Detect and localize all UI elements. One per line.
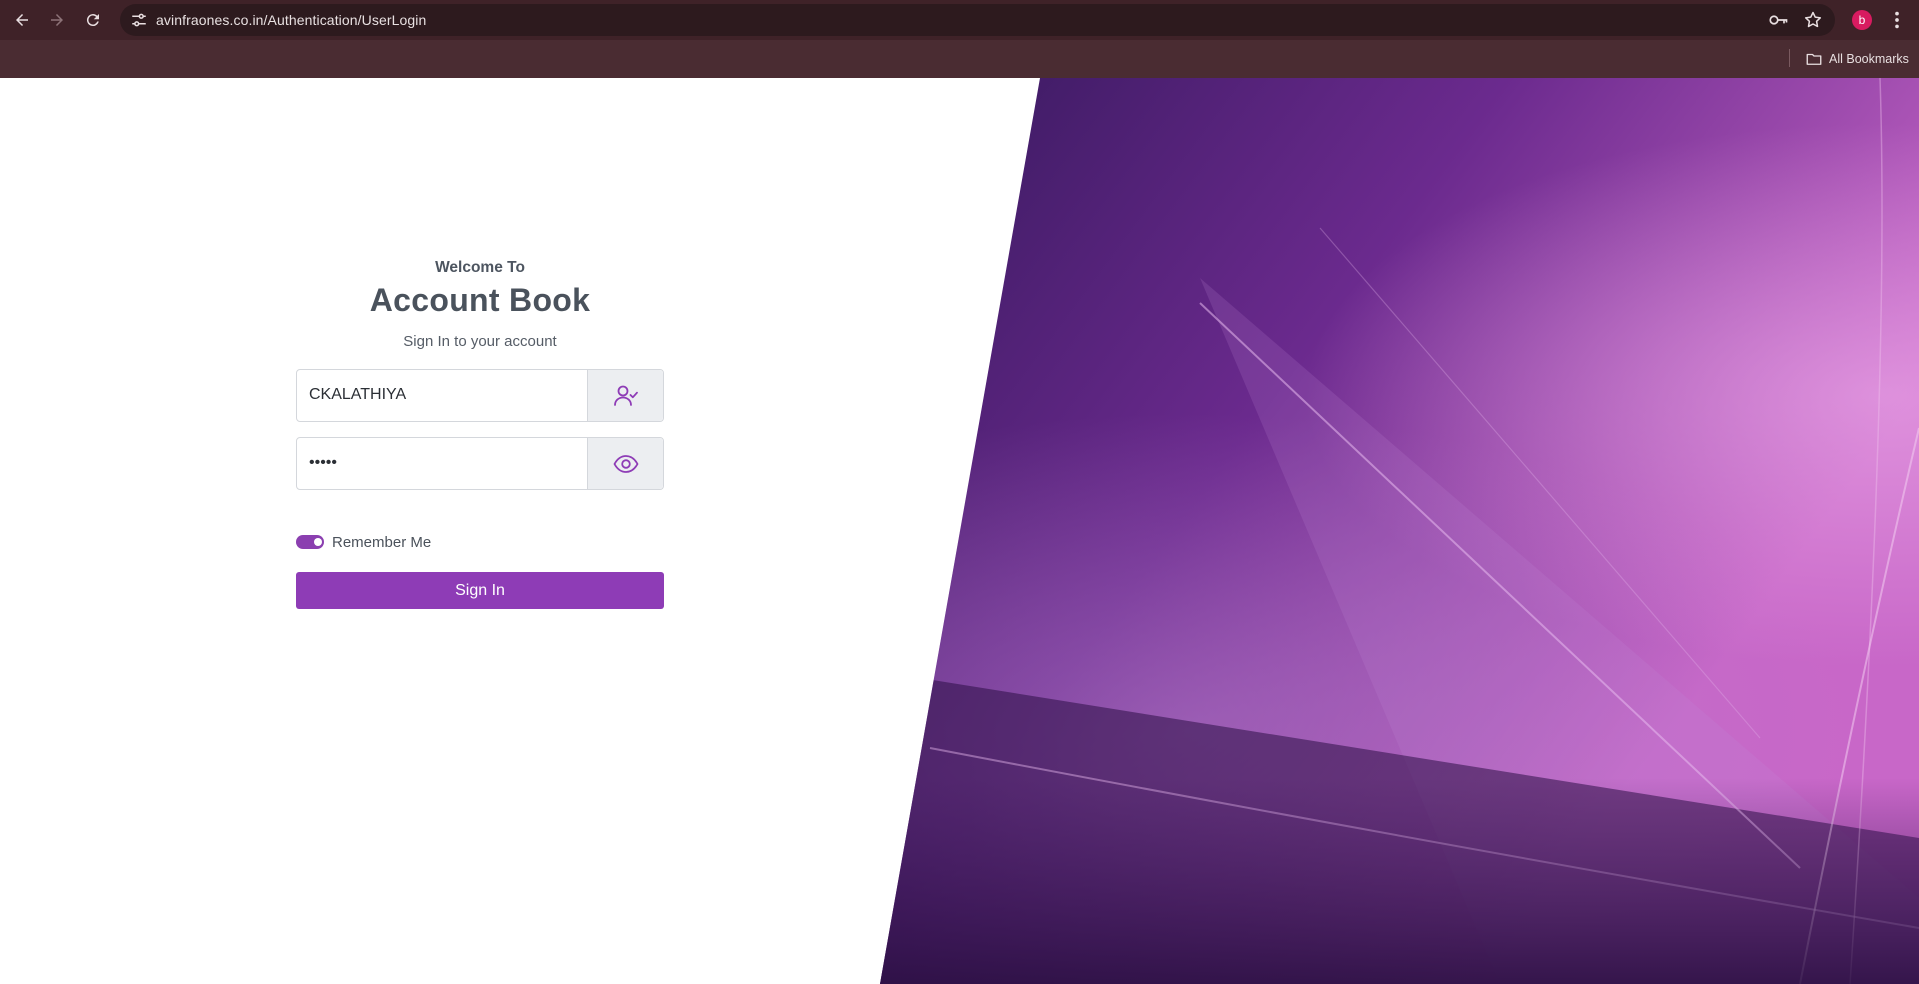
remember-me-label[interactable]: Remember Me: [332, 534, 431, 551]
browser-toolbar: avinfraones.co.in/Authentication/UserLog…: [0, 0, 1919, 40]
username-addon: [587, 370, 663, 421]
toggle-password-button[interactable]: [587, 438, 663, 489]
login-page: Welcome To Account Book Sign In to your …: [0, 78, 1919, 984]
login-subtitle: Sign In to your account: [403, 333, 557, 350]
user-check-icon: [613, 385, 638, 406]
key-icon[interactable]: [1769, 12, 1789, 28]
sign-in-button[interactable]: Sign In: [296, 572, 664, 609]
all-bookmarks-button[interactable]: All Bookmarks: [1805, 49, 1909, 69]
profile-avatar[interactable]: b: [1852, 10, 1872, 30]
bookmarks-bar: All Bookmarks: [0, 40, 1919, 78]
all-bookmarks-label: All Bookmarks: [1829, 52, 1909, 66]
username-field[interactable]: CKALATHIYA: [296, 369, 664, 422]
forward-button[interactable]: [45, 8, 69, 32]
remember-me-toggle[interactable]: [296, 535, 324, 549]
folder-icon: [1806, 53, 1822, 65]
remember-me[interactable]: Remember Me: [296, 532, 431, 552]
site-settings-icon[interactable]: [130, 11, 148, 29]
password-field[interactable]: •••••: [296, 437, 664, 490]
toggle-knob: [314, 538, 322, 546]
page-title: Account Book: [369, 282, 591, 318]
menu-icon[interactable]: [1886, 9, 1908, 31]
back-icon: [16, 14, 28, 26]
welcome-text: Welcome To: [435, 259, 525, 276]
username-input[interactable]: CKALATHIYA: [309, 386, 406, 404]
url-text[interactable]: avinfraones.co.in/Authentication/UserLog…: [156, 12, 426, 28]
bookmarks-divider: [1789, 49, 1790, 67]
back-button[interactable]: [10, 8, 34, 32]
eye-icon: [613, 454, 638, 473]
password-input[interactable]: •••••: [309, 454, 337, 472]
hero-background-image: [880, 78, 1919, 984]
star-icon[interactable]: [1803, 10, 1823, 30]
browser-chrome: avinfraones.co.in/Authentication/UserLog…: [0, 0, 1919, 78]
address-bar[interactable]: avinfraones.co.in/Authentication/UserLog…: [120, 4, 1835, 36]
forward-icon: [51, 14, 63, 26]
reload-icon: [86, 14, 99, 27]
reload-button[interactable]: [81, 8, 105, 32]
